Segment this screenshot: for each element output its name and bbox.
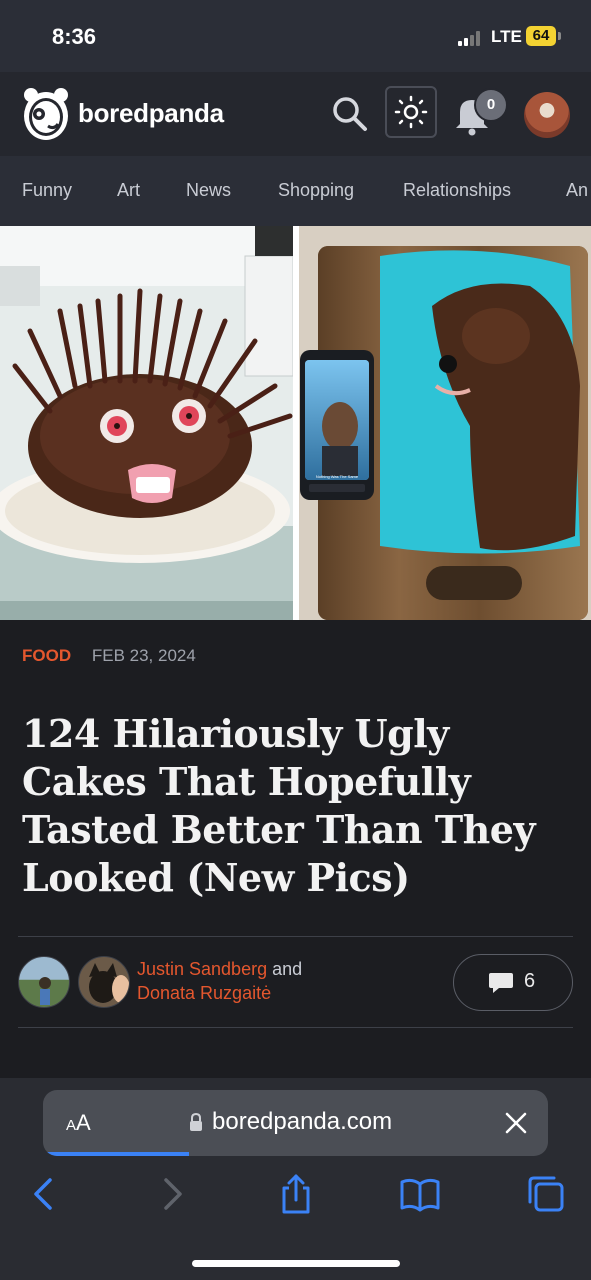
hedgehog-cake-image (0, 226, 294, 620)
phone-caption: Nothing Was The Same (316, 474, 359, 479)
home-indicator[interactable] (192, 1260, 400, 1267)
category-nav: Funny Art News Shopping Relationships An (0, 156, 591, 226)
article-title: 124 Hilariously Ugly Cakes That Hopefull… (22, 711, 536, 900)
close-icon[interactable] (503, 1110, 529, 1136)
nav-item-shopping[interactable]: Shopping (278, 180, 354, 201)
author-avatar-justin[interactable] (18, 956, 70, 1008)
aa-big: A (76, 1110, 91, 1135)
chevron-right-icon[interactable] (150, 1172, 194, 1216)
nav-item-news[interactable]: News (186, 180, 231, 201)
search-icon[interactable] (330, 94, 368, 132)
divider (18, 1027, 573, 1028)
author-avatar-donata[interactable] (78, 956, 130, 1008)
page-load-progress (43, 1152, 190, 1156)
phone-image: Nothing Was The Same (300, 350, 374, 500)
share-icon[interactable] (274, 1172, 318, 1216)
nav-item-funny[interactable]: Funny (22, 180, 72, 201)
author-link-donata[interactable]: Donata Ruzgaitė (137, 983, 271, 1003)
signal-icon (458, 30, 484, 46)
network-type: LTE (491, 27, 522, 46)
chevron-left-icon[interactable] (22, 1172, 66, 1216)
book-icon[interactable] (398, 1172, 442, 1216)
article-meta: FOOD FEB 23, 2024 (22, 646, 196, 666)
aa-small: A (66, 1117, 77, 1134)
url-text: boredpanda.com (212, 1108, 393, 1135)
address-bar[interactable]: AA boredpanda.com (43, 1090, 548, 1156)
nav-item-relationships[interactable]: Relationships (403, 180, 511, 201)
panda-logo-icon[interactable] (22, 86, 70, 142)
lock-icon (190, 1112, 202, 1131)
site-logo-text[interactable]: boredpanda (78, 98, 224, 129)
tabs-icon[interactable] (524, 1172, 568, 1216)
notification-badge: 0 (474, 88, 508, 122)
battery-tip (558, 32, 561, 40)
nav-item-animals[interactable]: An (566, 180, 588, 201)
user-avatar[interactable] (524, 92, 570, 138)
hero-image[interactable]: Nothing Was The Same (0, 226, 591, 620)
theme-toggle-button[interactable] (385, 86, 437, 138)
author-link-justin[interactable]: Justin Sandberg (137, 959, 267, 979)
nav-item-art[interactable]: Art (117, 180, 140, 201)
category-tag[interactable]: FOOD (22, 646, 71, 665)
author-line: Justin Sandberg and Donata Ruzgaitė (137, 957, 302, 1005)
comments-button[interactable]: 6 (453, 954, 573, 1011)
reader-settings-button[interactable]: AA (66, 1110, 91, 1136)
battery-icon: 64 (526, 26, 556, 46)
publish-date: FEB 23, 2024 (91, 646, 196, 665)
comment-count: 6 (524, 970, 536, 992)
status-time: 8:36 (52, 24, 97, 49)
divider (18, 936, 573, 937)
status-bar: 8:36 LTE 64 (0, 0, 591, 72)
sun-icon (394, 95, 428, 129)
author-conjunction: and (272, 959, 303, 979)
comment-bubble-icon (489, 973, 513, 993)
